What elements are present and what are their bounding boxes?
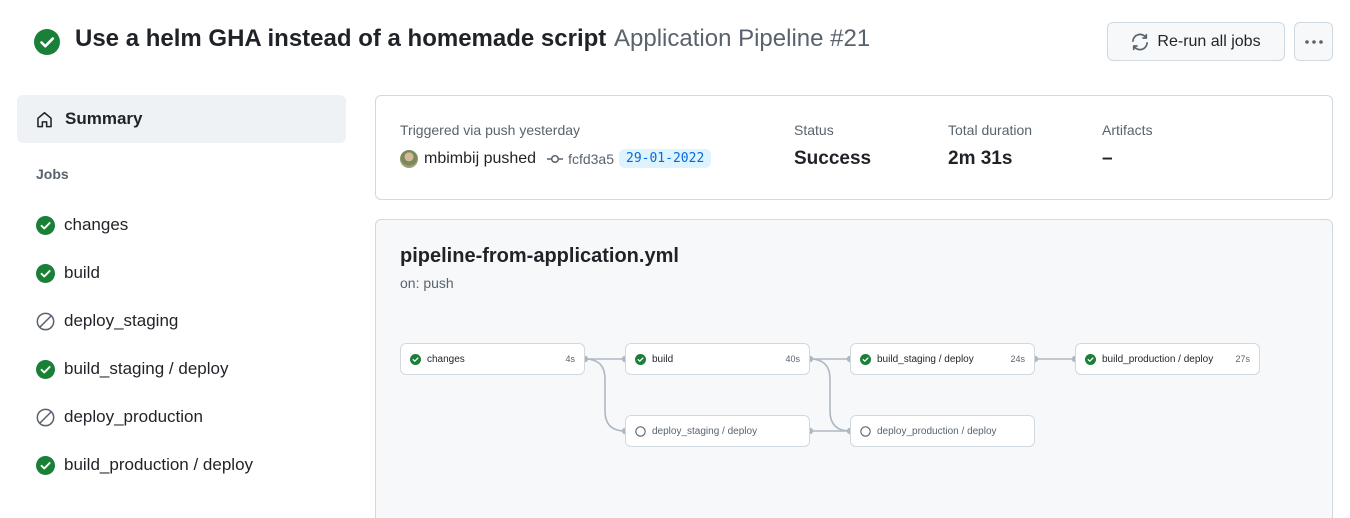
check-circle-fill-icon xyxy=(410,353,421,365)
artifacts-label: Artifacts xyxy=(1102,122,1153,138)
jobs-heading: Jobs xyxy=(36,166,69,182)
home-icon xyxy=(37,111,52,127)
sidebar: Summary Jobs changes build deploy_stagin… xyxy=(17,95,346,489)
trigger-label: Triggered via push yesterday xyxy=(400,122,581,138)
check-circle-fill-icon xyxy=(34,29,60,55)
run-header: Use a helm GHA instead of a homemade scr… xyxy=(0,0,1350,80)
sidebar-job-label: build_production / deploy xyxy=(64,455,254,474)
sidebar-job-label: changes xyxy=(64,215,129,234)
kebab-horizontal-icon xyxy=(1304,39,1323,44)
check-circle-fill-icon xyxy=(860,353,871,365)
sidebar-job-label: deploy_staging xyxy=(64,311,179,330)
graph-job-changes[interactable]: changes 4s xyxy=(400,343,585,375)
actor-link[interactable]: mbimbij pushed xyxy=(424,150,536,168)
rerun-all-jobs-button[interactable]: Re-run all jobs xyxy=(1107,22,1285,61)
git-commit-icon xyxy=(547,154,564,163)
artifacts-value: – xyxy=(1102,148,1113,169)
avatar[interactable] xyxy=(400,149,418,168)
graph-job-deploy-production[interactable]: deploy_production / deploy xyxy=(850,415,1035,447)
graph-job-name: changes xyxy=(427,353,465,365)
duration-label: Total duration xyxy=(948,122,1033,138)
skip-icon xyxy=(36,408,55,426)
sidebar-job-list: changes build deploy_staging build_stagi… xyxy=(17,201,346,489)
check-circle-fill-icon xyxy=(1085,353,1096,365)
trigger-details: mbimbij pushed fcfd3a5 29-01-2022 xyxy=(400,149,712,168)
graph-job-name: deploy_staging / deploy xyxy=(652,425,758,437)
check-circle-fill-icon xyxy=(36,359,55,379)
graph-job-name: build xyxy=(652,353,674,365)
graph-job-name: deploy_production / deploy xyxy=(877,425,997,437)
graph-job-build[interactable]: build 40s xyxy=(625,343,810,375)
sidebar-job-label: deploy_production xyxy=(64,407,203,426)
sidebar-job-build[interactable]: build xyxy=(17,249,346,297)
skipped-circle-icon xyxy=(860,425,871,437)
sidebar-job-changes[interactable]: changes xyxy=(17,201,346,249)
sidebar-job-label: build_staging / deploy xyxy=(64,359,229,378)
more-options-button[interactable] xyxy=(1294,22,1333,61)
status-value: Success xyxy=(794,148,872,169)
sync-icon xyxy=(1132,33,1149,50)
status-label: Status xyxy=(794,122,834,138)
graph-job-duration: 4s xyxy=(565,354,575,364)
run-summary-card: Triggered via push yesterday mbimbij pus… xyxy=(375,95,1333,200)
skipped-circle-icon xyxy=(635,425,646,437)
branch-badge[interactable]: 29-01-2022 xyxy=(619,149,712,168)
workflow-run-name: Application Pipeline #21 xyxy=(614,25,871,52)
check-circle-fill-icon xyxy=(36,263,55,283)
sidebar-job-deploy-production[interactable]: deploy_production xyxy=(17,393,346,441)
check-circle-fill-icon xyxy=(36,455,55,475)
skip-icon xyxy=(36,312,55,330)
sidebar-item-summary-label: Summary xyxy=(65,109,143,128)
graph-job-build-production-deploy[interactable]: build_production / deploy 27s xyxy=(1075,343,1260,375)
sidebar-job-build-production-deploy[interactable]: build_production / deploy xyxy=(17,441,346,489)
sidebar-job-label: build xyxy=(64,263,100,282)
duration-value: 2m 31s xyxy=(948,148,1013,169)
sidebar-job-build-staging-deploy[interactable]: build_staging / deploy xyxy=(17,345,346,393)
graph-job-duration: 27s xyxy=(1235,354,1250,364)
sidebar-item-summary[interactable]: Summary xyxy=(17,95,346,143)
workflow-graph-card: pipeline-from-application.yml on: push c… xyxy=(375,219,1333,518)
graph-job-name: build_production / deploy xyxy=(1102,353,1214,365)
graph-job-duration: 40s xyxy=(785,354,800,364)
commit-sha-link[interactable]: fcfd3a5 xyxy=(568,151,614,167)
check-circle-fill-icon xyxy=(36,215,55,235)
run-title: Use a helm GHA instead of a homemade scr… xyxy=(75,25,607,52)
graph-job-name: build_staging / deploy xyxy=(877,353,974,365)
graph-job-deploy-staging[interactable]: deploy_staging / deploy xyxy=(625,415,810,447)
check-circle-fill-icon xyxy=(635,353,646,365)
sidebar-job-deploy-staging[interactable]: deploy_staging xyxy=(17,297,346,345)
graph-job-build-staging-deploy[interactable]: build_staging / deploy 24s xyxy=(850,343,1035,375)
rerun-all-jobs-label: Re-run all jobs xyxy=(1157,32,1261,50)
graph-job-duration: 24s xyxy=(1010,354,1025,364)
